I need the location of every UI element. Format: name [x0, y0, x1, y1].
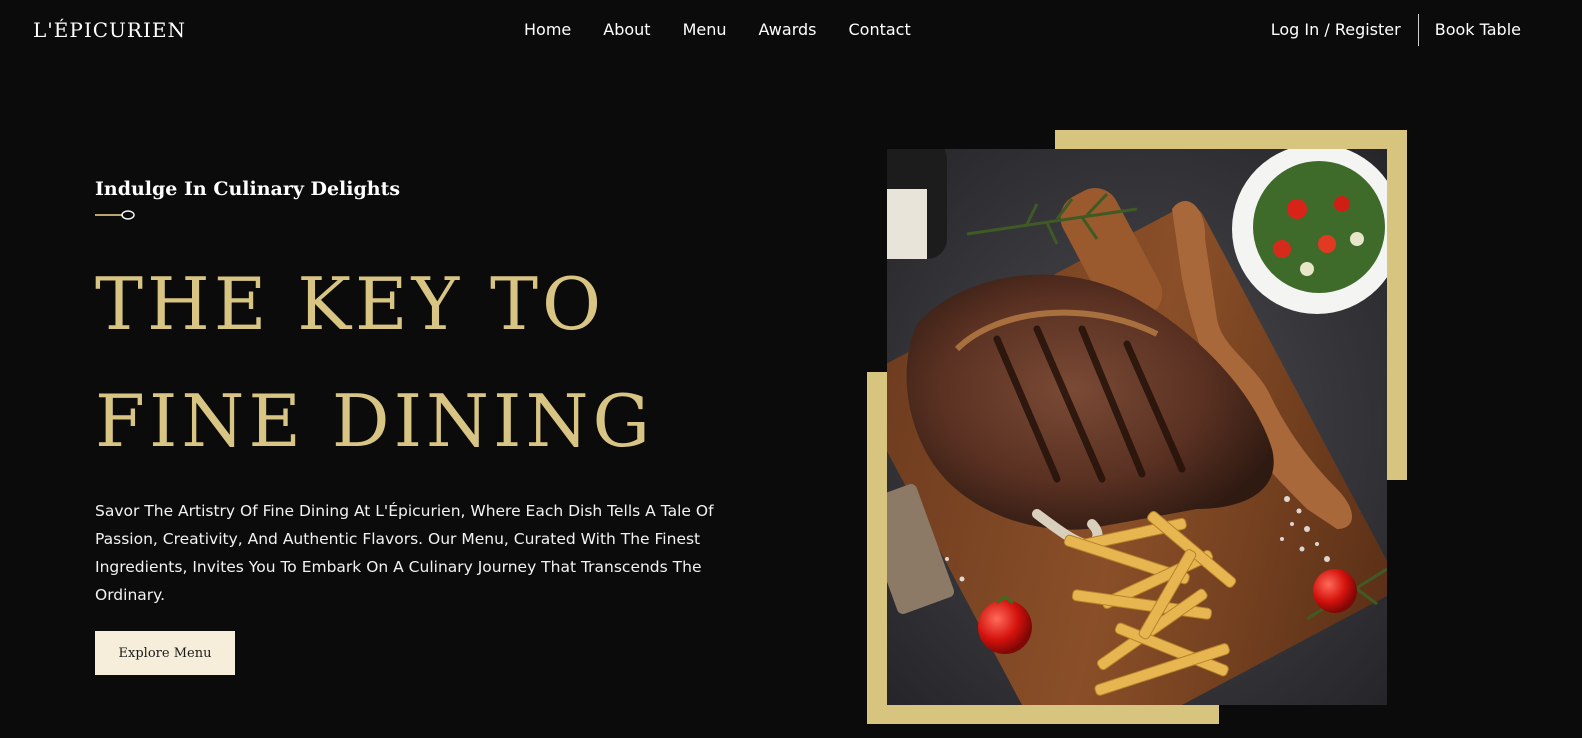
nav-awards[interactable]: Awards: [759, 19, 817, 41]
book-table-link[interactable]: Book Table: [1419, 14, 1521, 46]
nav-about[interactable]: About: [603, 19, 650, 41]
hero-headline-line-2: FINE DINING: [95, 379, 654, 463]
nav-home[interactable]: Home: [524, 19, 571, 41]
hero-description: Savor The Artistry Of Fine Dining At L'É…: [95, 502, 714, 604]
hero-headline: THE KEY TO FINE DINING: [95, 246, 654, 480]
nav-contact[interactable]: Contact: [848, 19, 910, 41]
nav-menu[interactable]: Menu: [683, 19, 727, 41]
hero-food-photo: [887, 149, 1387, 705]
steak-dish-illustration: [887, 149, 1387, 705]
main-nav: Home About Menu Awards Contact: [524, 19, 943, 41]
landing-page: L'ÉPICURIEN Home About Menu Awards Conta…: [0, 0, 1582, 738]
header-actions: Log In / Register Book Table: [1271, 14, 1521, 46]
login-register-link[interactable]: Log In / Register: [1271, 14, 1419, 46]
hero-eyebrow: Indulge In Culinary Delights: [95, 178, 401, 200]
explore-menu-button[interactable]: Explore Menu: [95, 631, 235, 675]
brand-logo[interactable]: L'ÉPICURIEN: [33, 18, 186, 42]
spoon-divider-icon: [95, 210, 135, 220]
hero-headline-line-1: THE KEY TO: [95, 262, 606, 346]
